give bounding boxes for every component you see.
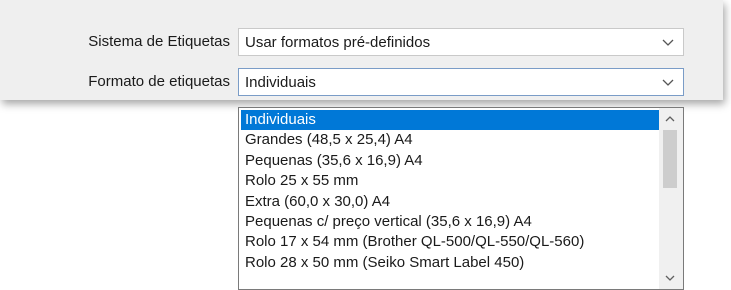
vertical-scrollbar[interactable] [659,108,683,289]
option-item[interactable]: Pequenas (35,6 x 16,9) A4 [241,151,659,171]
system-combobox[interactable]: Usar formatos pré-definidos [238,28,684,56]
chevron-down-icon [662,79,674,86]
scroll-down-arrow-icon[interactable] [664,272,676,284]
option-list: Individuais Grandes (48,5 x 25,4) A4 Peq… [241,110,659,273]
system-combobox-value: Usar formatos pré-definidos [245,34,431,51]
system-label: Sistema de Etiquetas [88,33,230,50]
option-item[interactable]: Rolo 25 x 55 mm [241,171,659,191]
format-dropdown-list[interactable]: Individuais Grandes (48,5 x 25,4) A4 Peq… [238,107,684,290]
scrollbar-thumb[interactable] [663,130,677,188]
format-label: Formato de etiquetas [88,73,230,90]
option-item[interactable]: Individuais [241,110,659,131]
format-combobox[interactable]: Individuais [238,68,684,96]
format-combobox-value: Individuais [245,74,316,91]
option-item[interactable]: Rolo 28 x 50 mm (Seiko Smart Label 450) [241,253,659,273]
settings-panel: Sistema de Etiquetas Usar formatos pré-d… [0,0,723,100]
scroll-up-arrow-icon[interactable] [664,113,676,125]
chevron-down-icon [662,39,674,46]
option-item[interactable]: Pequenas c/ preço vertical (35,6 x 16,9)… [241,212,659,232]
option-item[interactable]: Extra (60,0 x 30,0) A4 [241,192,659,212]
option-item[interactable]: Grandes (48,5 x 25,4) A4 [241,130,659,150]
option-item[interactable]: Rolo 17 x 54 mm (Brother QL-500/QL-550/Q… [241,232,659,252]
